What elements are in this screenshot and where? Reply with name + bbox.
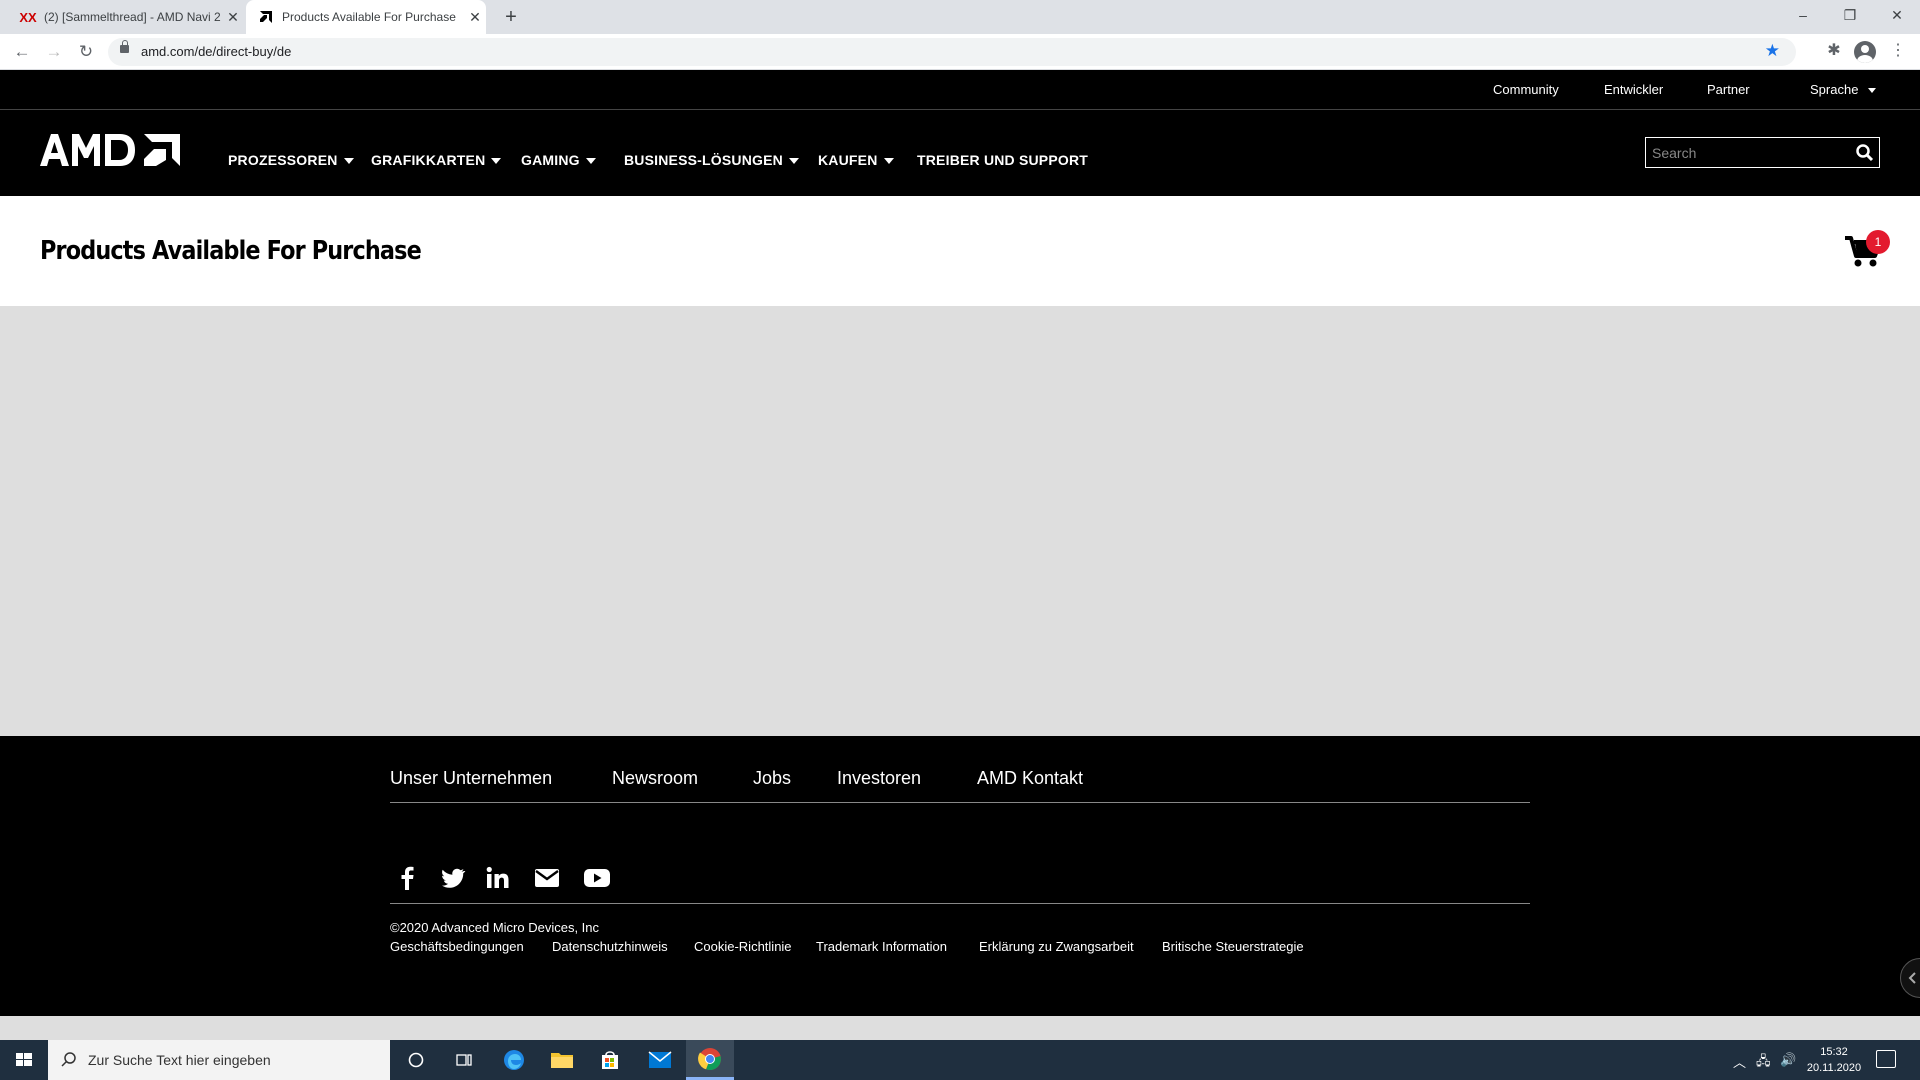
legal-link-steuerstrategie[interactable]: Britische Steuerstrategie bbox=[1162, 939, 1304, 954]
caret-down-icon bbox=[491, 158, 502, 165]
legal-link-datenschutz[interactable]: Datenschutzhinweis bbox=[552, 939, 668, 954]
nav-prozessoren[interactable]: PROZESSOREN bbox=[228, 152, 354, 168]
close-tab-icon[interactable]: ✕ bbox=[222, 9, 244, 26]
footer-divider bbox=[390, 903, 1530, 904]
tab-sammelthread[interactable]: XX (2) [Sammelthread] - AMD Navi 2 ✕ bbox=[8, 0, 244, 34]
reload-icon[interactable]: ↻ bbox=[74, 40, 98, 64]
caret-down-icon bbox=[343, 158, 354, 165]
nav-label: GRAFIKKARTEN bbox=[371, 152, 486, 168]
address-bar[interactable]: amd.com/de/direct-buy/de ★ bbox=[108, 38, 1796, 66]
task-view-icon[interactable] bbox=[440, 1040, 488, 1080]
page-bottom-gap bbox=[0, 1016, 1920, 1040]
chevron-down-icon bbox=[1868, 88, 1877, 94]
network-icon[interactable]: 🖧 bbox=[1756, 1052, 1771, 1074]
windows-taskbar: Zur Suche Text hier eingeben ︿ 🖧 🔊 15:32… bbox=[0, 1040, 1920, 1080]
browser-toolbar: ← → ↻ amd.com/de/direct-buy/de ★ ✱ ⋮ bbox=[0, 34, 1920, 70]
link-partner[interactable]: Partner bbox=[1707, 82, 1750, 97]
email-icon[interactable] bbox=[533, 864, 561, 892]
nav-label: KAUFEN bbox=[818, 152, 878, 168]
taskbar-search-placeholder: Zur Suche Text hier eingeben bbox=[88, 1052, 271, 1068]
close-tab-icon[interactable]: ✕ bbox=[464, 9, 486, 26]
back-icon[interactable]: ← bbox=[10, 40, 34, 64]
nav-grafikkarten[interactable]: GRAFIKKARTEN bbox=[371, 152, 502, 168]
footer-link-newsroom[interactable]: Newsroom bbox=[612, 768, 698, 789]
chevron-left-icon bbox=[1908, 972, 1916, 984]
nav-treiber-und-support[interactable]: TREIBER UND SUPPORT bbox=[917, 152, 1088, 168]
clock-time: 15:32 bbox=[1820, 1046, 1848, 1058]
tab-strip: XX (2) [Sammelthread] - AMD Navi 2 ✕ Pro… bbox=[0, 0, 1920, 34]
site-search bbox=[1645, 137, 1880, 168]
link-entwickler[interactable]: Entwickler bbox=[1604, 82, 1663, 97]
nav-label: BUSINESS-LÖSUNGEN bbox=[624, 152, 783, 168]
nav-kaufen[interactable]: KAUFEN bbox=[818, 152, 894, 168]
menu-kebab-icon[interactable]: ⋮ bbox=[1886, 40, 1910, 60]
cortana-icon[interactable] bbox=[392, 1040, 440, 1080]
footer-link-unternehmen[interactable]: Unser Unternehmen bbox=[390, 768, 552, 789]
caret-down-icon bbox=[585, 158, 596, 165]
legal-link-cookie[interactable]: Cookie-Richtlinie bbox=[694, 939, 792, 954]
search-icon[interactable] bbox=[1855, 143, 1875, 163]
url-text[interactable]: amd.com/de/direct-buy/de bbox=[141, 44, 291, 59]
main-navigation: PROZESSOREN GRAFIKKARTEN GAMING BUSINESS… bbox=[0, 110, 1920, 196]
mail-icon[interactable] bbox=[636, 1040, 684, 1080]
nav-label: GAMING bbox=[521, 152, 580, 168]
link-community[interactable]: Community bbox=[1493, 82, 1559, 97]
page-header: Products Available For Purchase 1 bbox=[0, 196, 1920, 306]
amd-logo[interactable] bbox=[40, 132, 182, 173]
content-area bbox=[0, 306, 1920, 736]
xx-icon: XX bbox=[19, 9, 37, 25]
action-center-icon[interactable] bbox=[1876, 1050, 1896, 1068]
system-clock[interactable]: 15:32 20.11.2020 bbox=[1802, 1044, 1866, 1076]
clock-date: 20.11.2020 bbox=[1806, 1062, 1862, 1074]
footer-link-jobs[interactable]: Jobs bbox=[753, 768, 791, 789]
windows-start-icon[interactable] bbox=[0, 1040, 48, 1080]
search-icon bbox=[61, 1052, 76, 1067]
caret-down-icon bbox=[788, 158, 799, 165]
chrome-icon[interactable] bbox=[686, 1040, 734, 1080]
language-dropdown[interactable]: Sprache bbox=[1810, 82, 1877, 97]
edge-icon[interactable] bbox=[490, 1040, 538, 1080]
youtube-icon[interactable] bbox=[583, 864, 611, 892]
twitter-icon[interactable] bbox=[439, 864, 467, 892]
restore-icon[interactable]: ❐ bbox=[1827, 0, 1873, 30]
legal-link-trademark[interactable]: Trademark Information bbox=[816, 939, 947, 954]
taskbar-search[interactable]: Zur Suche Text hier eingeben bbox=[48, 1040, 390, 1080]
close-window-icon[interactable]: ✕ bbox=[1874, 0, 1920, 30]
tab-title: Products Available For Purchase bbox=[282, 10, 456, 24]
tab-title: (2) [Sammelthread] - AMD Navi 2 bbox=[44, 10, 221, 24]
footer-link-kontakt[interactable]: AMD Kontakt bbox=[977, 768, 1083, 789]
bookmark-star-icon[interactable]: ★ bbox=[1765, 41, 1780, 61]
file-explorer-icon[interactable] bbox=[538, 1040, 586, 1080]
language-label: Sprache bbox=[1810, 82, 1859, 97]
nav-label: PROZESSOREN bbox=[228, 152, 338, 168]
feedback-tab[interactable] bbox=[1900, 958, 1920, 998]
volume-icon[interactable]: 🔊 bbox=[1780, 1052, 1796, 1068]
page-title: Products Available For Purchase bbox=[40, 236, 422, 266]
legal-link-geschaeftsbedingungen[interactable]: Geschäftsbedingungen bbox=[390, 939, 524, 954]
forward-icon[interactable]: → bbox=[42, 40, 66, 64]
minimize-icon[interactable]: – bbox=[1780, 0, 1826, 30]
footer-link-investoren[interactable]: Investoren bbox=[837, 768, 921, 789]
nav-gaming[interactable]: GAMING bbox=[521, 152, 596, 168]
linkedin-icon[interactable] bbox=[484, 864, 512, 892]
extensions-icon[interactable]: ✱ bbox=[1822, 40, 1846, 60]
caret-down-icon bbox=[883, 158, 894, 165]
lock-icon bbox=[120, 40, 129, 53]
nav-business-loesungen[interactable]: BUSINESS-LÖSUNGEN bbox=[624, 152, 799, 168]
profile-avatar-icon[interactable] bbox=[1854, 41, 1876, 63]
new-tab-button[interactable]: + bbox=[498, 4, 524, 30]
legal-link-zwangsarbeit[interactable]: Erklärung zu Zwangsarbeit bbox=[979, 939, 1134, 954]
tab-products[interactable]: Products Available For Purchase ✕ bbox=[246, 0, 486, 34]
copyright-text: ©2020 Advanced Micro Devices, Inc bbox=[390, 920, 600, 935]
utility-bar: Community Entwickler Partner Sprache bbox=[0, 70, 1920, 110]
tray-chevron-up-icon[interactable]: ︿ bbox=[1733, 1052, 1746, 1071]
site-footer: Unser Unternehmen Newsroom Jobs Investor… bbox=[0, 736, 1920, 1016]
nav-label: TREIBER UND SUPPORT bbox=[917, 152, 1089, 168]
cart-count-badge: 1 bbox=[1866, 230, 1890, 254]
store-icon[interactable] bbox=[586, 1040, 634, 1080]
amd-icon bbox=[258, 9, 274, 25]
footer-divider bbox=[390, 802, 1530, 803]
facebook-icon[interactable] bbox=[394, 864, 422, 892]
search-input[interactable] bbox=[1652, 142, 1847, 164]
